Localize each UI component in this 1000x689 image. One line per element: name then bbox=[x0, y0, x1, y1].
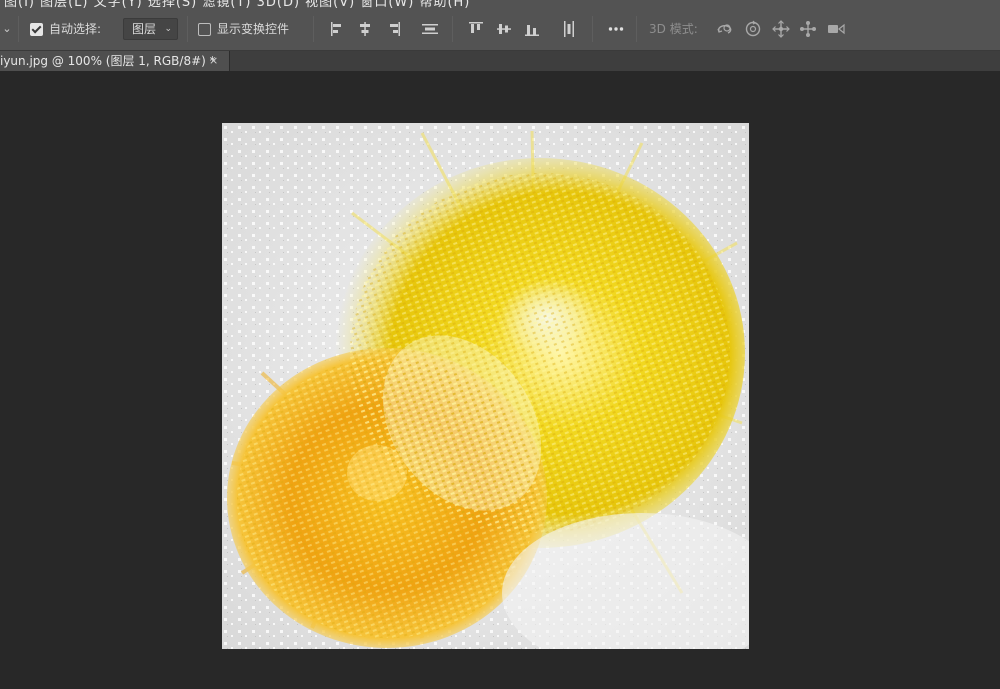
separator bbox=[187, 16, 188, 42]
align-horizontal-centers-icon[interactable] bbox=[356, 20, 374, 38]
distribute-vertical-icon[interactable] bbox=[560, 20, 578, 38]
options-bar: ⌄ 自动选择: 图层 ⌄ 显示变换控件 3D 模式: bbox=[0, 8, 1000, 51]
auto-select-target-dropdown[interactable]: 图层 ⌄ bbox=[123, 18, 178, 40]
separator bbox=[18, 16, 19, 42]
roll-3d-icon[interactable] bbox=[744, 20, 762, 38]
show-transform-controls-checkbox[interactable] bbox=[198, 23, 211, 36]
separator bbox=[452, 16, 453, 42]
menu-bar-text[interactable]: 图(I) 图层(L) 文字(Y) 选择(S) 滤镜(T) 3D(D) 视图(V)… bbox=[4, 0, 470, 8]
menu-bar: 图(I) 图层(L) 文字(Y) 选择(S) 滤镜(T) 3D(D) 视图(V)… bbox=[0, 0, 1000, 8]
show-transform-controls-label: 显示变换控件 bbox=[217, 22, 290, 36]
close-icon[interactable]: × bbox=[209, 53, 218, 69]
slide-3d-icon[interactable] bbox=[799, 20, 817, 38]
separator bbox=[592, 16, 593, 42]
tool-preset-chevron-down-icon[interactable]: ⌄ bbox=[0, 20, 14, 38]
align-top-edges-icon[interactable] bbox=[467, 20, 485, 38]
separator bbox=[636, 16, 637, 42]
mode-3d-label: 3D 模式: bbox=[649, 22, 698, 36]
auto-select-label: 自动选择: bbox=[49, 22, 102, 36]
distribute-horizontal-icon[interactable] bbox=[421, 20, 439, 38]
extruded-flower-artwork bbox=[222, 123, 749, 649]
document-tab[interactable]: iyun.jpg @ 100% (图层 1, RGB/8#) * × bbox=[0, 51, 230, 71]
document-image[interactable] bbox=[222, 123, 749, 649]
auto-select-target-value: 图层 bbox=[132, 22, 157, 36]
separator bbox=[313, 16, 314, 42]
chevron-down-icon: ⌄ bbox=[164, 24, 172, 34]
scale-3d-camera-icon[interactable] bbox=[827, 20, 845, 38]
rotate-3d-icon[interactable] bbox=[716, 20, 734, 38]
document-tab-title: iyun.jpg @ 100% (图层 1, RGB/8#) * bbox=[0, 54, 216, 68]
more-options-icon[interactable] bbox=[607, 20, 625, 38]
align-right-edges-icon[interactable] bbox=[384, 20, 402, 38]
align-bottom-edges-icon[interactable] bbox=[523, 20, 541, 38]
canvas-workspace[interactable] bbox=[0, 71, 1000, 689]
auto-select-checkbox[interactable] bbox=[30, 23, 43, 36]
document-tab-bar: iyun.jpg @ 100% (图层 1, RGB/8#) * × bbox=[0, 51, 1000, 71]
align-vertical-centers-icon[interactable] bbox=[495, 20, 513, 38]
drag-3d-icon[interactable] bbox=[772, 20, 790, 38]
align-left-edges-icon[interactable] bbox=[329, 20, 347, 38]
